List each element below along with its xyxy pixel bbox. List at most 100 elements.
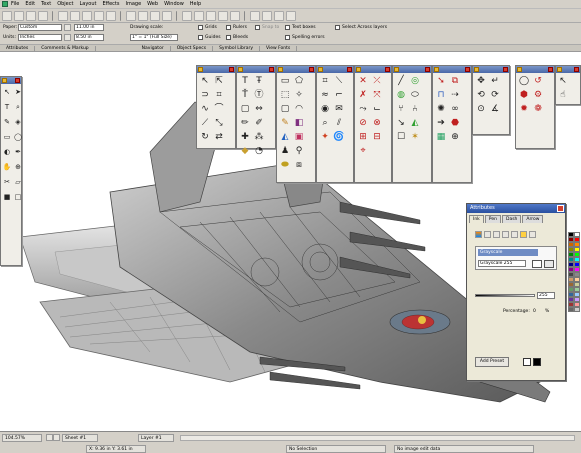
pattern-icon[interactable] xyxy=(484,231,491,238)
text-boxes-checkbox[interactable] xyxy=(285,25,290,30)
prev-sheet-icon[interactable] xyxy=(46,434,53,441)
palette-titlebar[interactable] xyxy=(556,66,580,73)
arrow-cycle-icon[interactable]: ↺ xyxy=(532,75,544,87)
bucket-tool-icon[interactable]: ◐ xyxy=(3,146,11,158)
extend-icon[interactable]: ⊗ xyxy=(371,117,383,129)
chamfer-icon[interactable]: ⊟ xyxy=(371,131,383,143)
menu-web[interactable]: Web xyxy=(147,1,158,7)
tab-dash[interactable]: Dash xyxy=(501,215,522,223)
dimension-icon[interactable]: ⇔ xyxy=(253,103,265,115)
node-add-icon[interactable]: ✕ xyxy=(357,75,369,87)
select-across-layers-checkbox[interactable] xyxy=(335,25,340,30)
orientation-portrait-icon[interactable] xyxy=(64,24,71,31)
node-join-icon[interactable]: ✗ xyxy=(357,89,369,101)
menu-window[interactable]: Window xyxy=(164,1,184,7)
sun-icon[interactable]: ✺ xyxy=(435,103,447,115)
help-icon[interactable] xyxy=(286,10,296,21)
menu-effects[interactable]: Effects xyxy=(102,1,119,7)
brush-icon[interactable]: ✐ xyxy=(253,117,265,129)
text-frame-icon[interactable]: Ⓣ xyxy=(253,89,265,101)
new-file-icon[interactable] xyxy=(2,10,12,21)
dashed-rect-icon[interactable]: ⬚ xyxy=(279,89,291,101)
node-break-icon[interactable]: ⤧ xyxy=(371,89,383,101)
texture-icon[interactable] xyxy=(502,231,509,238)
stroke-swatch-icon[interactable]: □ xyxy=(14,191,22,203)
zoom-tool-icon[interactable]: ⌕ xyxy=(14,101,22,113)
gear-icon[interactable]: ⚙ xyxy=(532,89,544,101)
close-icon[interactable] xyxy=(548,67,553,72)
flow-icon[interactable]: ⇢ xyxy=(449,89,461,101)
ungroup-icon[interactable] xyxy=(194,10,204,21)
group-icon[interactable] xyxy=(182,10,192,21)
tab-navigator[interactable]: Navigator xyxy=(136,45,171,51)
gradient-type-icon[interactable] xyxy=(493,231,500,238)
rotate-icon[interactable]: ↻ xyxy=(199,131,211,143)
tab-comments-markup[interactable]: Comments & Markup xyxy=(35,45,96,51)
loop-icon[interactable]: ⟳ xyxy=(489,89,501,101)
knife-icon[interactable]: ⟋ xyxy=(199,117,211,129)
close-icon[interactable] xyxy=(229,67,234,72)
arc-icon[interactable]: ◠ xyxy=(293,103,305,115)
orientation-landscape-icon[interactable] xyxy=(64,34,71,41)
node-smooth-icon[interactable]: ⤳ xyxy=(357,103,369,115)
paper-select[interactable]: Custom xyxy=(18,24,62,31)
text-icon[interactable]: T xyxy=(239,75,251,87)
color-fill-icon[interactable]: ▣ xyxy=(293,131,305,143)
menu-image[interactable]: Image xyxy=(125,1,141,7)
tab-ink[interactable]: Ink xyxy=(469,215,484,223)
guides-checkbox[interactable] xyxy=(198,35,203,40)
node-delete-icon[interactable]: ⤫ xyxy=(371,75,383,87)
move-icon[interactable]: ✥ xyxy=(475,75,487,87)
attributes-icon[interactable] xyxy=(274,10,284,21)
eyedrop-icon[interactable]: ⚲ xyxy=(293,145,305,157)
palette-titlebar[interactable] xyxy=(277,66,315,73)
dimension-arrow-icon[interactable]: ↘ xyxy=(395,117,407,129)
node-tool-icon[interactable]: ◈ xyxy=(14,116,22,128)
zoom-in-icon[interactable] xyxy=(126,10,136,21)
horizontal-scrollbar[interactable] xyxy=(180,434,575,441)
minimize-icon[interactable] xyxy=(517,67,522,72)
palette-titlebar[interactable] xyxy=(237,66,275,73)
palette-titlebar[interactable] xyxy=(393,66,431,73)
close-icon[interactable] xyxy=(557,205,564,212)
grid-icon[interactable]: ⌗ xyxy=(319,75,331,87)
rounded-rect-icon[interactable]: ▢ xyxy=(279,103,291,115)
cylinder-icon[interactable]: ⬬ xyxy=(279,159,291,171)
text-path-icon[interactable]: Ť xyxy=(239,89,251,101)
cube-icon[interactable]: ⧈ xyxy=(293,159,305,171)
box-icon[interactable]: ☐ xyxy=(395,131,407,143)
percentage-value[interactable]: 0 xyxy=(533,309,536,314)
tab-view-fonts[interactable]: View Fonts xyxy=(260,45,298,51)
gray-value-field[interactable]: 255 xyxy=(537,292,555,299)
minimize-icon[interactable] xyxy=(474,67,479,72)
pencil-icon[interactable]: ✏ xyxy=(239,117,251,129)
ellipse-tool-icon[interactable]: ◯ xyxy=(14,131,22,143)
trim-icon[interactable]: ⊘ xyxy=(357,117,369,129)
close-icon[interactable] xyxy=(269,67,274,72)
pipe-icon[interactable]: ⊓ xyxy=(435,89,447,101)
page-width-field[interactable]: 11.00 in xyxy=(74,24,104,31)
envelope-icon[interactable]: ✉ xyxy=(333,103,345,115)
diagonal-icon[interactable]: ⟍ xyxy=(333,75,345,87)
palette-titlebar[interactable] xyxy=(516,66,554,73)
open-file-icon[interactable] xyxy=(14,10,24,21)
arrange-icon[interactable] xyxy=(218,10,228,21)
ring-icon[interactable]: ◯ xyxy=(518,75,530,87)
minimize-icon[interactable] xyxy=(238,67,243,72)
polygon-icon[interactable]: ⬠ xyxy=(293,75,305,87)
snap-point-icon[interactable]: ⌖ xyxy=(357,145,369,157)
callout-icon[interactable]: ▢ xyxy=(239,103,251,115)
split-icon[interactable]: ⑃ xyxy=(409,103,421,115)
palette-titlebar[interactable] xyxy=(433,66,471,73)
hook-icon[interactable]: ⌐ xyxy=(333,89,345,101)
swirl-icon[interactable]: 🌀 xyxy=(333,131,345,143)
layer-tab[interactable]: Layer #1 xyxy=(138,433,174,442)
menu-help[interactable]: Help xyxy=(190,1,201,7)
text-box-icon[interactable]: Ŧ xyxy=(253,75,265,87)
menu-text[interactable]: Text xyxy=(41,1,51,7)
menu-edit[interactable]: Edit xyxy=(25,1,35,7)
tab-pen[interactable]: Pen xyxy=(484,215,501,223)
rectangle-tool-icon[interactable]: ▭ xyxy=(3,131,11,143)
palette-titlebar[interactable] xyxy=(473,66,509,73)
symbols-icon[interactable] xyxy=(262,10,272,21)
